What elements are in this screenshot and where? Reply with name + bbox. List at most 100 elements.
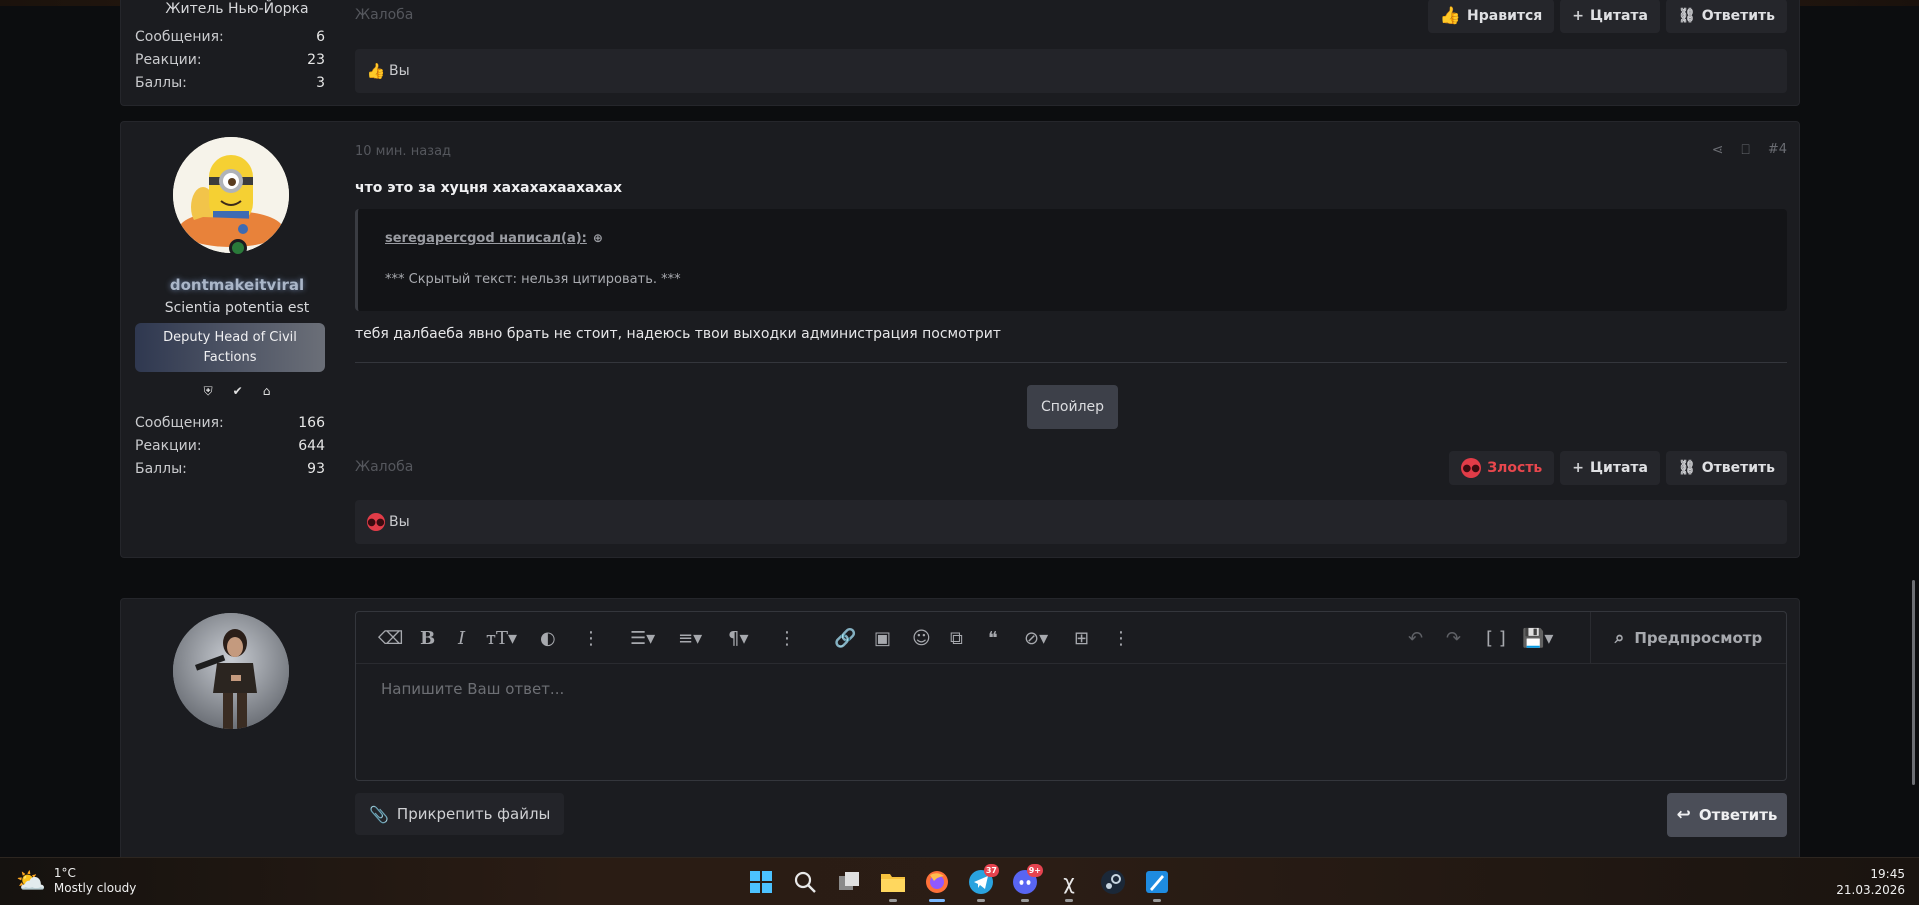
image-icon[interactable]: ▣ (874, 628, 891, 649)
weather-desc: Mostly cloudy (53, 881, 137, 895)
stat-row: Сообщения: 6 (135, 26, 325, 49)
more-vertical-icon[interactable]: ⋮ (582, 628, 600, 649)
previous-user-title: Житель Нью-Йорка (165, 1, 309, 17)
text-size-icon[interactable]: тT▾ (486, 628, 517, 649)
undo-icon[interactable]: ↶ (1408, 628, 1423, 649)
paint-app-icon[interactable] (1141, 866, 1173, 902)
reactions-bar[interactable]: ●● Вы (355, 500, 1787, 544)
current-user-avatar[interactable] (173, 613, 289, 729)
preview-button[interactable]: ⌕ Предпросмотр (1590, 612, 1786, 664)
previous-user-stats: Сообщения: 6 Реакции: 23 Баллы: 3 (135, 26, 325, 95)
stat-value: 3 (316, 75, 325, 91)
stat-value: 6 (316, 29, 325, 45)
thumbs-up-icon: 👍 (1439, 6, 1462, 26)
reply-button[interactable]: ⛓ Ответить (1665, 451, 1787, 485)
paragraph-icon[interactable]: ¶▾ (728, 628, 749, 649)
previous-post-main: Жалоба 👍 Нравится + Цитата ⛓ Ответить 👍 Вы (355, 0, 1787, 107)
active-indicator (929, 899, 945, 902)
home-icon[interactable]: ⌂ (263, 384, 271, 399)
reply-arrow-icon: ↩ (1676, 805, 1691, 825)
stat-row: Сообщения: 166 (135, 412, 325, 435)
user-banner: Deputy Head of Civil Factions (135, 323, 325, 372)
table-icon[interactable]: ⊞ (1074, 628, 1089, 649)
stat-label: Сообщения: (135, 29, 224, 45)
arrow-up-circle-icon[interactable]: ⊕ (593, 231, 603, 245)
spoiler-button[interactable]: Спойлер (1027, 385, 1119, 429)
reply-input[interactable]: Напишите Ваш ответ... (381, 680, 564, 698)
toggle-bbcode-icon[interactable]: [ ] (1486, 628, 1506, 649)
link-icon[interactable]: 🔗 (834, 628, 856, 649)
taskbar-apps: 37 9+ χ (745, 864, 1173, 902)
more-vertical-icon[interactable]: ⋮ (778, 628, 796, 649)
quote-icon[interactable]: ❝ (988, 628, 998, 649)
code-app-icon[interactable]: χ (1053, 866, 1085, 902)
palette-icon[interactable]: ◐ (540, 628, 556, 649)
share-icon[interactable]: ⋖ (1712, 142, 1724, 158)
italic-icon[interactable]: I (458, 628, 465, 649)
task-view-icon[interactable] (833, 866, 865, 898)
post-number[interactable]: #4 (1768, 142, 1787, 158)
file-explorer-icon[interactable] (877, 866, 909, 902)
quote-button[interactable]: + Цитата (1560, 451, 1660, 485)
quote-button[interactable]: + Цитата (1560, 0, 1660, 33)
telegram-badge: 37 (983, 864, 999, 877)
running-indicator (1065, 899, 1073, 902)
attach-files-button[interactable]: 📎 Прикрепить файлы (355, 793, 565, 835)
align-icon[interactable]: ≡▾ (678, 628, 702, 649)
reactions-bar[interactable]: 👍 Вы (355, 49, 1787, 93)
online-status-icon (229, 239, 247, 257)
page-scrollbar[interactable] (1912, 580, 1915, 785)
weather-temp: 1°C (53, 866, 76, 880)
weather-widget[interactable]: ⛅ 1°C Mostly cloudy (16, 866, 136, 896)
running-indicator (1153, 899, 1161, 902)
angry-reaction-button[interactable]: ●● Злость (1449, 451, 1555, 485)
system-clock[interactable]: 19:45 21.03.2026 (1836, 866, 1905, 898)
bold-icon[interactable]: B (420, 628, 435, 649)
redo-icon[interactable]: ↷ (1446, 628, 1461, 649)
stat-label: Баллы: (135, 461, 187, 477)
bookmark-icon[interactable]: ⎕ (1741, 142, 1749, 158)
hide-content-icon[interactable]: ⊘▾ (1024, 628, 1048, 649)
report-link[interactable]: Жалоба (355, 459, 413, 475)
stat-value: 644 (298, 438, 325, 454)
media-gallery-icon[interactable]: ⧉ (950, 628, 963, 649)
post-4: dontmakeitviral Scientia potentia est De… (120, 121, 1800, 558)
clock-time: 19:45 (1870, 867, 1905, 881)
submit-reply-button[interactable]: ↩ Ответить (1667, 793, 1787, 837)
stat-label: Сообщения: (135, 415, 224, 431)
discord-icon[interactable]: 9+ (1009, 864, 1043, 902)
telegram-icon[interactable]: 37 (965, 864, 999, 902)
list-icon[interactable]: ☰▾ (630, 628, 655, 649)
more-vertical-icon[interactable]: ⋮ (1112, 628, 1130, 649)
minion-avatar-icon (173, 137, 289, 253)
stat-row: Баллы: 3 (135, 72, 325, 95)
search-icon[interactable] (789, 866, 821, 898)
reply-button[interactable]: ⛓ Ответить (1665, 0, 1787, 33)
post-body: тебя далбаеба явно брать не стоит, надею… (355, 326, 1001, 342)
previous-post-actions: Жалоба 👍 Нравится + Цитата ⛓ Ответить (355, 0, 1787, 35)
post-main: 10 мин. назад ⋖ ⎕ #4 что это за хуцня ха… (355, 122, 1787, 559)
previous-post: Житель Нью-Йорка Сообщения: 6 Реакции: 23 … (120, 0, 1800, 106)
wrench-icon[interactable]: ✔ (233, 384, 243, 399)
windows-start-icon[interactable] (745, 866, 777, 898)
reply-icon: ⛓ (1677, 460, 1696, 476)
steam-icon[interactable] (1097, 866, 1129, 898)
quote-author-link[interactable]: seregapercgod написал(а): ⊕ (385, 231, 603, 246)
post-time[interactable]: 10 мин. назад (355, 144, 451, 159)
post-headline: что это за хуцня хахахахаахахах (355, 180, 622, 196)
firefox-icon[interactable] (921, 866, 953, 902)
report-link[interactable]: Жалоба (355, 7, 413, 23)
stat-label: Реакции: (135, 52, 202, 68)
eraser-icon[interactable]: ⌫ (378, 628, 403, 649)
clock-date: 21.03.2026 (1836, 883, 1905, 897)
paperclip-icon: 📎 (369, 804, 389, 824)
emoji-icon[interactable]: ☺ (912, 628, 931, 649)
avatar[interactable] (173, 137, 289, 253)
shield-icon[interactable]: ⛨ (204, 384, 213, 399)
like-button[interactable]: 👍 Нравится (1427, 0, 1555, 33)
quote-label: Цитата (1590, 460, 1648, 476)
username-link[interactable]: dontmakeitviral (121, 276, 353, 294)
save-draft-icon[interactable]: 💾▾ (1522, 628, 1553, 649)
plus-icon: + (1572, 8, 1585, 24)
reactions-by-text: Вы (389, 63, 410, 79)
